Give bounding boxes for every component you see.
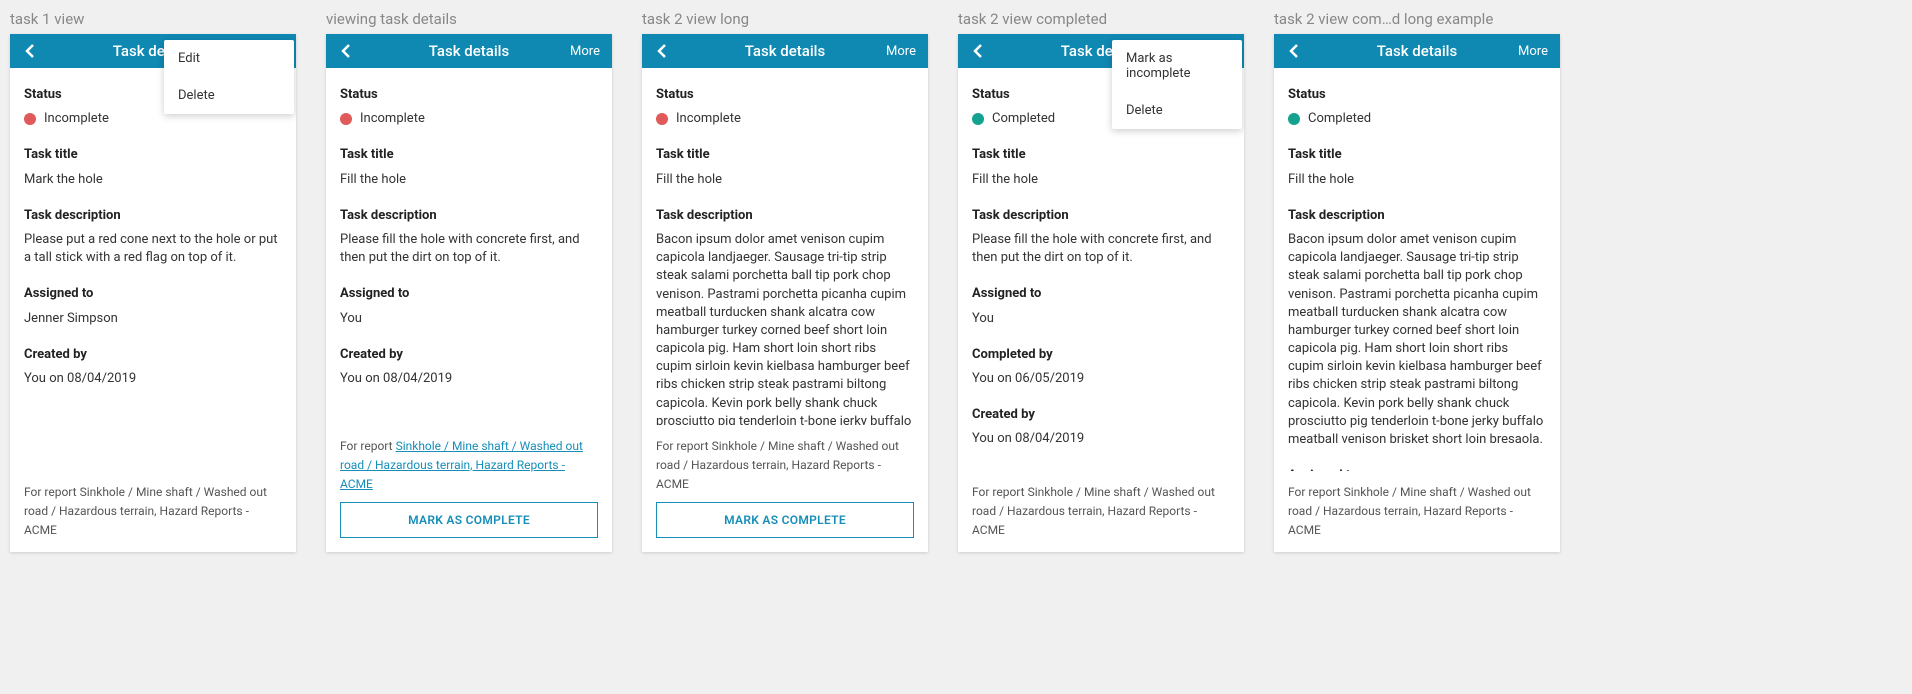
created-by-value: You on 08/04/2019 <box>340 370 598 388</box>
status-value: Incomplete <box>360 110 425 128</box>
phone-frame: Task details More Status Completed Task … <box>1274 34 1560 552</box>
status-value: Incomplete <box>44 110 109 128</box>
app-header: Task details More <box>1274 34 1560 68</box>
chevron-left-icon <box>657 43 667 59</box>
phone-frame: Task details Mark as incomplete Delete S… <box>958 34 1244 552</box>
task-title-label: Task title <box>1288 146 1546 164</box>
menu-item-delete[interactable]: Delete <box>1112 92 1242 129</box>
report-prefix: For report <box>340 439 396 453</box>
status-value: Incomplete <box>676 110 741 128</box>
phone-frame: Task details Edit Delete Status Incomple… <box>10 34 296 552</box>
task-title-value: Fill the hole <box>1288 171 1546 189</box>
status-value: Completed <box>1308 110 1371 128</box>
created-by-value: You on 08/04/2019 <box>24 370 282 388</box>
footer-area: For report Sinkhole / Mine shaft / Washe… <box>958 471 1244 552</box>
back-button[interactable] <box>652 41 672 61</box>
artboard-title: task 2 view completed <box>958 10 1244 28</box>
phone-frame: Task details More Status Incomplete Task… <box>326 34 612 552</box>
chevron-left-icon <box>973 43 983 59</box>
task-description-label: Task description <box>340 207 598 225</box>
menu-item-mark-incomplete[interactable]: Mark as incomplete <box>1112 40 1242 92</box>
completed-by-label: Completed by <box>972 346 1230 364</box>
status-indicator-icon <box>656 113 668 125</box>
app-header: Task details More <box>642 34 928 68</box>
task-title-value: Mark the hole <box>24 171 282 189</box>
report-prefix: For report <box>656 439 712 453</box>
task-description-value: Please fill the hole with concrete first… <box>972 231 1230 267</box>
footer-area: For report Sinkhole / Mine shaft / Washe… <box>10 471 296 552</box>
task-description-label: Task description <box>656 207 914 225</box>
completed-by-value: You on 06/05/2019 <box>972 370 1230 388</box>
status-value: Completed <box>992 110 1055 128</box>
status-indicator-icon <box>24 113 36 125</box>
chevron-left-icon <box>1289 43 1299 59</box>
artboard-title: task 1 view <box>10 10 296 28</box>
task-title-value: Fill the hole <box>340 171 598 189</box>
menu-item-delete[interactable]: Delete <box>164 77 294 114</box>
overflow-menu: Mark as incomplete Delete <box>1112 40 1242 129</box>
task-description-label: Task description <box>972 207 1230 225</box>
task-description-value: Please put a red cone next to the hole o… <box>24 231 282 267</box>
content-area: Status Incomplete Task title Fill the ho… <box>642 68 928 425</box>
task-description-value: Bacon ipsum dolor amet venison cupim cap… <box>656 231 914 425</box>
assigned-to-value: Jenner Simpson <box>24 310 282 328</box>
status-indicator-icon <box>340 113 352 125</box>
task-title-value: Fill the hole <box>972 171 1230 189</box>
footer-area: For report Sinkhole / Mine shaft / Washe… <box>1274 471 1560 552</box>
assigned-to-value: You <box>972 310 1230 328</box>
back-button[interactable] <box>20 41 40 61</box>
task-description-value: Please fill the hole with concrete first… <box>340 231 598 267</box>
content-area: Status Incomplete Task title Fill the ho… <box>326 68 612 425</box>
status-label: Status <box>656 86 914 104</box>
back-button[interactable] <box>1284 41 1304 61</box>
status-indicator-icon <box>972 113 984 125</box>
mark-complete-button[interactable]: MARK AS COMPLETE <box>340 502 598 538</box>
created-by-label: Created by <box>340 346 598 364</box>
chevron-left-icon <box>341 43 351 59</box>
back-button[interactable] <box>336 41 356 61</box>
assigned-to-label: Assigned to <box>340 285 598 303</box>
assigned-to-label: Assigned to <box>24 285 282 303</box>
status-indicator-icon <box>1288 113 1300 125</box>
assigned-to-value: You <box>340 310 598 328</box>
phone-frame: Task details More Status Incomplete Task… <box>642 34 928 552</box>
more-button[interactable]: More <box>568 40 602 63</box>
assigned-to-label: Assigned to <box>972 285 1230 303</box>
artboard-title: task 2 view long <box>642 10 928 28</box>
task-title-label: Task title <box>656 146 914 164</box>
content-area: Status Completed Task title Fill the hol… <box>1274 68 1560 471</box>
task-description-label: Task description <box>24 207 282 225</box>
artboard-title: viewing task details <box>326 10 612 28</box>
task-description-label: Task description <box>1288 207 1546 225</box>
artboard-title: task 2 view com…d long example <box>1274 10 1560 28</box>
menu-item-edit[interactable]: Edit <box>164 40 294 77</box>
created-by-label: Created by <box>24 346 282 364</box>
created-by-label: Created by <box>972 406 1230 424</box>
more-button[interactable]: More <box>884 40 918 63</box>
created-by-value: You on 08/04/2019 <box>972 430 1230 448</box>
more-button[interactable]: More <box>1516 40 1550 63</box>
task-title-label: Task title <box>972 146 1230 164</box>
mark-complete-button[interactable]: MARK AS COMPLETE <box>656 502 914 538</box>
task-title-label: Task title <box>340 146 598 164</box>
report-prefix: For report <box>972 485 1028 499</box>
task-title-label: Task title <box>24 146 282 164</box>
content-area: Status Incomplete Task title Mark the ho… <box>10 68 296 471</box>
footer-area: For report Sinkhole / Mine shaft / Washe… <box>642 425 928 552</box>
report-prefix: For report <box>24 485 80 499</box>
overflow-menu: Edit Delete <box>164 40 294 114</box>
task-description-value: Bacon ipsum dolor amet venison cupim cap… <box>1288 231 1546 449</box>
footer-area: For report Sinkhole / Mine shaft / Washe… <box>326 425 612 552</box>
report-prefix: For report <box>1288 485 1344 499</box>
status-label: Status <box>340 86 598 104</box>
app-header: Task details More <box>326 34 612 68</box>
status-label: Status <box>1288 86 1546 104</box>
task-title-value: Fill the hole <box>656 171 914 189</box>
chevron-left-icon <box>25 43 35 59</box>
back-button[interactable] <box>968 41 988 61</box>
